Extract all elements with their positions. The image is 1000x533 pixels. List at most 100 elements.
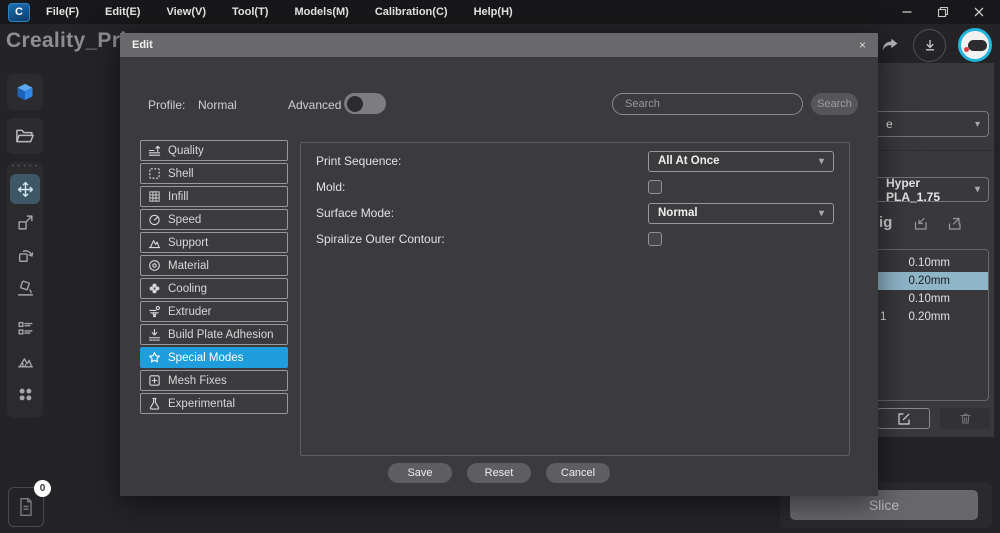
right-settings-panel: e ▾ Hyper PLA_1.75 ▾ ig 0.10mm 0.20mm 0.…: [815, 63, 994, 437]
menu-view[interactable]: View(V): [166, 6, 206, 18]
category-cooling[interactable]: Cooling: [140, 278, 288, 299]
edit-icon: [897, 412, 910, 425]
surface-mode-dropdown[interactable]: Normal ▾: [648, 202, 834, 224]
material-dropdown-value: Hyper PLA_1.75: [886, 175, 941, 204]
rotate-icon[interactable]: [10, 240, 40, 270]
delete-profile-button[interactable]: [940, 408, 990, 429]
star-icon: [148, 351, 161, 364]
config-heading-fragment: ig: [879, 214, 893, 231]
setting-label-mold: Mold:: [316, 180, 346, 194]
edit-dialog: Edit × Profile: Normal Advanced Search Q…: [120, 33, 878, 496]
save-button[interactable]: Save: [388, 463, 452, 483]
menu-file[interactable]: File(F): [46, 6, 79, 18]
setting-label-surface-mode: Surface Mode:: [316, 206, 395, 220]
transform-tool-group: • • • • •: [7, 162, 43, 418]
profile-layer-height: 0.10mm: [908, 257, 950, 269]
category-special-modes[interactable]: Special Modes: [140, 347, 288, 368]
profile-label: Profile:: [148, 98, 186, 112]
user-avatar[interactable]: [958, 28, 992, 62]
category-quality[interactable]: Quality: [140, 140, 288, 161]
print-sequence-dropdown[interactable]: All At Once ▾: [648, 150, 834, 172]
chevron-down-icon: ▾: [818, 155, 824, 167]
category-label: Extruder: [168, 305, 212, 318]
maximize-icon[interactable]: [936, 5, 950, 19]
support-paint-icon[interactable]: [10, 346, 40, 376]
category-mesh-fixes[interactable]: Mesh Fixes: [140, 370, 288, 391]
profile-layer-height: 0.20mm: [908, 275, 950, 287]
advanced-toggle[interactable]: [344, 93, 386, 114]
object-list-icon[interactable]: [10, 313, 40, 343]
profile-name: 1: [880, 311, 887, 323]
menu-help[interactable]: Help(H): [474, 6, 513, 18]
category-speed[interactable]: Speed: [140, 209, 288, 230]
menu-calibration[interactable]: Calibration(C): [375, 6, 448, 18]
menu-models[interactable]: Models(M): [294, 6, 348, 18]
dialog-close-icon[interactable]: ×: [859, 39, 866, 51]
reset-button[interactable]: Reset: [467, 463, 531, 483]
open-folder-icon[interactable]: [7, 118, 43, 154]
category-label: Special Modes: [168, 351, 244, 364]
prepare-cube-icon[interactable]: [7, 74, 43, 110]
download-icon[interactable]: [913, 28, 946, 62]
setting-label-spiralize: Spiralize Outer Contour:: [316, 232, 445, 246]
infill-icon: [148, 190, 161, 203]
minimize-icon[interactable]: [900, 5, 914, 19]
speed-icon: [148, 213, 161, 226]
category-extruder[interactable]: Extruder: [140, 301, 288, 322]
dialog-header[interactable]: Edit ×: [120, 33, 878, 57]
category-label: Material: [168, 259, 209, 272]
move-icon[interactable]: [10, 174, 40, 204]
group-grip-handle[interactable]: • • • • •: [7, 164, 43, 171]
category-experimental[interactable]: Experimental: [140, 393, 288, 414]
mold-checkbox[interactable]: [648, 180, 662, 194]
printer-dropdown-value: e: [886, 117, 893, 131]
toggle-knob: [347, 95, 363, 112]
flask-icon: [148, 397, 161, 410]
scale-icon[interactable]: [10, 207, 40, 237]
trash-icon: [959, 413, 971, 424]
avatar-visor: [968, 40, 987, 51]
search-input[interactable]: [612, 93, 803, 115]
app-logo-icon[interactable]: C: [8, 2, 30, 22]
category-label: Shell: [168, 167, 194, 180]
cooling-icon: [148, 282, 161, 295]
cancel-button[interactable]: Cancel: [546, 463, 610, 483]
category-label: Mesh Fixes: [168, 374, 227, 387]
close-icon[interactable]: [972, 5, 986, 19]
menu-edit[interactable]: Edit(E): [105, 6, 140, 18]
chevron-down-icon: ▾: [818, 207, 824, 219]
menu-tool[interactable]: Tool(T): [232, 6, 268, 18]
shell-icon: [148, 167, 161, 180]
share-icon[interactable]: [879, 35, 901, 55]
category-label: Speed: [168, 213, 202, 226]
category-support[interactable]: Support: [140, 232, 288, 253]
lay-flat-icon[interactable]: [10, 273, 40, 303]
menubar: C File(F) Edit(E) View(V) Tool(T) Models…: [0, 0, 1000, 24]
edit-profile-button[interactable]: [877, 408, 930, 429]
avatar-dot: [964, 47, 969, 52]
category-infill[interactable]: Infill: [140, 186, 288, 207]
left-toolbar: • • • • •: [7, 74, 43, 418]
file-list-button[interactable]: 0: [8, 480, 51, 527]
apps-icon[interactable]: [10, 379, 40, 409]
category-shell[interactable]: Shell: [140, 163, 288, 184]
category-label: Support: [168, 236, 209, 249]
material-icon: [148, 259, 161, 272]
chevron-down-icon: ▾: [974, 118, 980, 130]
search-button[interactable]: Search: [811, 93, 858, 115]
profile-layer-height: 0.20mm: [908, 311, 950, 323]
category-label: Build Plate Adhesion: [168, 328, 274, 341]
category-label: Infill: [168, 190, 189, 203]
setting-label-print-sequence: Print Sequence:: [316, 154, 402, 168]
menu-list: File(F) Edit(E) View(V) Tool(T) Models(M…: [46, 6, 513, 18]
category-material[interactable]: Material: [140, 255, 288, 276]
advanced-label: Advanced: [288, 98, 342, 112]
spiralize-checkbox[interactable]: [648, 232, 662, 246]
category-build-plate-adhesion[interactable]: Build Plate Adhesion: [140, 324, 288, 345]
dialog-title: Edit: [132, 39, 153, 51]
category-label: Cooling: [168, 282, 207, 295]
export-icon[interactable]: [947, 216, 963, 232]
import-icon[interactable]: [913, 216, 929, 232]
category-list: Quality Shell Infill Speed Support Mater…: [140, 140, 288, 414]
extruder-icon: [148, 305, 161, 318]
